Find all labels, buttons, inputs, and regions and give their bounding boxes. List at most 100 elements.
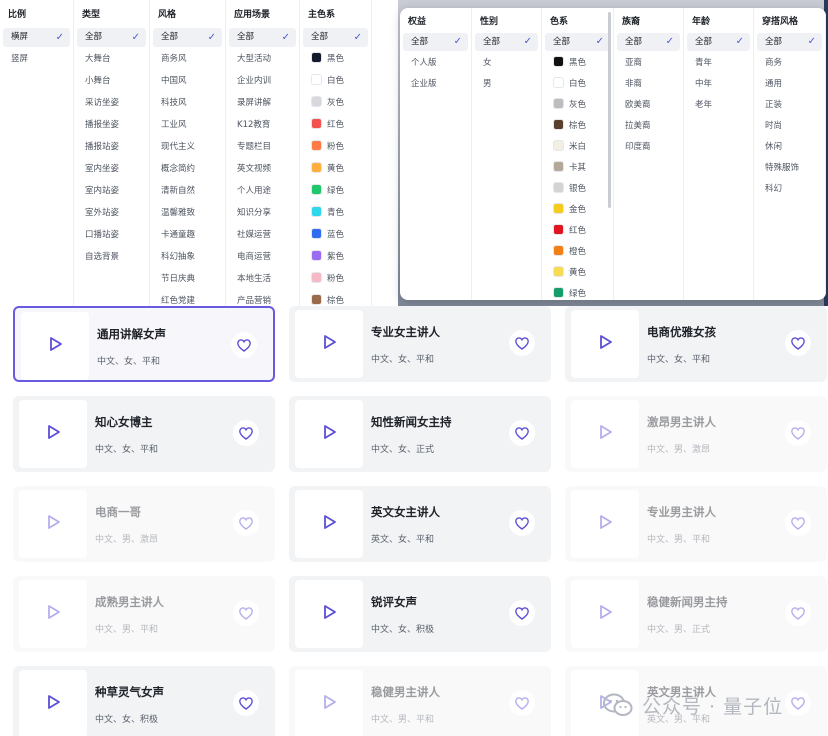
filter-option[interactable]: 灰色: [303, 94, 368, 113]
filter-option[interactable]: 粉色: [303, 270, 368, 289]
voice-thumbnail[interactable]: [295, 490, 363, 558]
filter-option[interactable]: 时尚: [757, 117, 822, 135]
voice-thumbnail[interactable]: [19, 400, 87, 468]
filter-option[interactable]: 横屏 ✓: [3, 28, 70, 47]
filter-option[interactable]: 亚裔: [617, 54, 680, 72]
filter-option[interactable]: K12教育: [229, 116, 296, 135]
favorite-button[interactable]: [231, 332, 257, 358]
filter-option[interactable]: 非裔: [617, 75, 680, 93]
filter-option[interactable]: 红色: [303, 116, 368, 135]
filter-option[interactable]: 中国风: [153, 72, 222, 91]
filter-option[interactable]: 产品营销: [229, 292, 296, 306]
voice-card[interactable]: 知心女博主 中文、女、平和: [13, 396, 275, 472]
voice-thumbnail[interactable]: [19, 670, 87, 736]
filter-option[interactable]: 录屏讲解: [229, 94, 296, 113]
voice-card[interactable]: 专业女主讲人 中文、女、平和: [289, 306, 551, 382]
filter-option[interactable]: 企业内训: [229, 72, 296, 91]
filter-option[interactable]: 黄色: [545, 264, 610, 282]
voice-thumbnail[interactable]: [295, 400, 363, 468]
filter-option[interactable]: 全部 ✓: [757, 33, 822, 51]
filter-option[interactable]: 棕色: [545, 117, 610, 135]
voice-thumbnail[interactable]: [571, 310, 639, 378]
filter-option[interactable]: 白色: [303, 72, 368, 91]
favorite-button[interactable]: [509, 600, 535, 626]
filter-option[interactable]: 休闲: [757, 138, 822, 156]
filter-option[interactable]: 室内坐姿: [77, 160, 146, 179]
filter-option[interactable]: 全部 ✓: [545, 33, 610, 51]
filter-option[interactable]: 米白: [545, 138, 610, 156]
favorite-button[interactable]: [233, 420, 259, 446]
voice-thumbnail[interactable]: [21, 312, 89, 380]
filter-option[interactable]: 特殊服饰: [757, 159, 822, 177]
favorite-button[interactable]: [509, 420, 535, 446]
filter-option[interactable]: 播报站姿: [77, 138, 146, 157]
filter-option[interactable]: 英文视频: [229, 160, 296, 179]
voice-card[interactable]: 专业男主讲人 中文、男、平和: [565, 486, 827, 562]
filter-option[interactable]: 温馨雅致: [153, 204, 222, 223]
favorite-button[interactable]: [785, 330, 811, 356]
voice-card[interactable]: 通用讲解女声 中文、女、平和: [13, 306, 275, 382]
filter-option[interactable]: 红色党建: [153, 292, 222, 306]
voice-card[interactable]: 电商一哥 中文、男、激昂: [13, 486, 275, 562]
filter-option[interactable]: 科幻: [757, 180, 822, 198]
filter-option[interactable]: 个人版: [403, 54, 468, 72]
voice-card[interactable]: 成熟男主讲人 中文、男、平和: [13, 576, 275, 652]
filter-option[interactable]: 红色: [545, 222, 610, 240]
filter-option[interactable]: 竖屏: [3, 50, 70, 69]
voice-thumbnail[interactable]: [295, 670, 363, 736]
filter-option[interactable]: 企业版: [403, 75, 468, 93]
filter-option[interactable]: 绿色: [545, 285, 610, 300]
filter-option[interactable]: 全部 ✓: [403, 33, 468, 51]
filter-option[interactable]: 黑色: [303, 50, 368, 69]
favorite-button[interactable]: [785, 600, 811, 626]
filter-option[interactable]: 白色: [545, 75, 610, 93]
voice-thumbnail[interactable]: [571, 490, 639, 558]
filter-option[interactable]: 室外站姿: [77, 204, 146, 223]
filter-option[interactable]: 印度裔: [617, 138, 680, 156]
filter-option[interactable]: 播报坐姿: [77, 116, 146, 135]
filter-option[interactable]: 中年: [687, 75, 750, 93]
filter-option[interactable]: 青色: [303, 204, 368, 223]
filter-option[interactable]: 女: [475, 54, 538, 72]
favorite-button[interactable]: [509, 690, 535, 716]
filter-option[interactable]: 全部 ✓: [687, 33, 750, 51]
filter-option[interactable]: 全部 ✓: [229, 28, 296, 47]
voice-thumbnail[interactable]: [19, 490, 87, 558]
filter-option[interactable]: 概念简约: [153, 160, 222, 179]
favorite-button[interactable]: [233, 510, 259, 536]
voice-thumbnail[interactable]: [19, 580, 87, 648]
filter-option[interactable]: 黑色: [545, 54, 610, 72]
filter-option[interactable]: 个人用途: [229, 182, 296, 201]
filter-option[interactable]: 自选背景: [77, 248, 146, 267]
filter-option[interactable]: 橙色: [545, 243, 610, 261]
filter-option[interactable]: 工业风: [153, 116, 222, 135]
filter-option[interactable]: 科技风: [153, 94, 222, 113]
filter-option[interactable]: 正装: [757, 96, 822, 114]
favorite-button[interactable]: [785, 690, 811, 716]
voice-card[interactable]: 知性新闻女主持 中文、女、正式: [289, 396, 551, 472]
filter-option[interactable]: 节日庆典: [153, 270, 222, 289]
filter-option[interactable]: 灰色: [545, 96, 610, 114]
voice-card[interactable]: 锐评女声 中文、女、积极: [289, 576, 551, 652]
favorite-button[interactable]: [509, 330, 535, 356]
filter-option[interactable]: 电商运营: [229, 248, 296, 267]
filter-option[interactable]: 棕色: [303, 292, 368, 306]
voice-card[interactable]: 激昂男主讲人 中文、男、激昂: [565, 396, 827, 472]
filter-option[interactable]: 绿色: [303, 182, 368, 201]
filter-option[interactable]: 小舞台: [77, 72, 146, 91]
voice-thumbnail[interactable]: [571, 580, 639, 648]
filter-option[interactable]: 黄色: [303, 160, 368, 179]
filter-option[interactable]: 全部 ✓: [475, 33, 538, 51]
filter-option[interactable]: 金色: [545, 201, 610, 219]
voice-thumbnail[interactable]: [295, 580, 363, 648]
favorite-button[interactable]: [785, 420, 811, 446]
voice-card[interactable]: 种草灵气女声 中文、女、积极: [13, 666, 275, 736]
filter-option[interactable]: 专题栏目: [229, 138, 296, 157]
favorite-button[interactable]: [509, 510, 535, 536]
filter-option[interactable]: 卡通童趣: [153, 226, 222, 245]
filter-option[interactable]: 卡其: [545, 159, 610, 177]
filter-option[interactable]: 银色: [545, 180, 610, 198]
filter-option[interactable]: 全部 ✓: [77, 28, 146, 47]
voice-thumbnail[interactable]: [571, 400, 639, 468]
filter-option[interactable]: 全部 ✓: [303, 28, 368, 47]
